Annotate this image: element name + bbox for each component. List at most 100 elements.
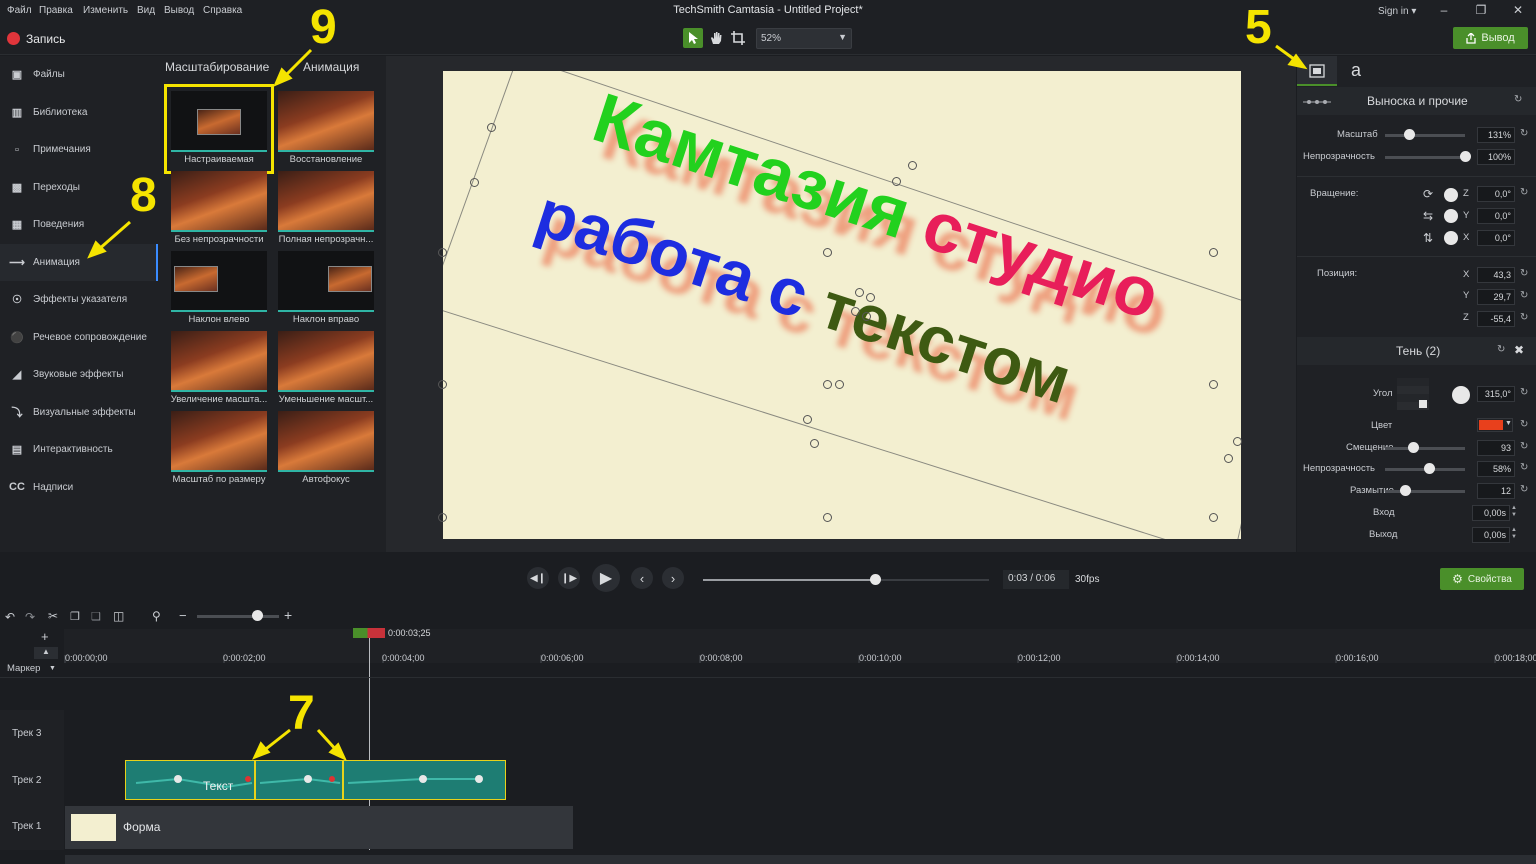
timeline-zoom-knob[interactable] — [252, 610, 263, 621]
tab-zoom[interactable]: Масштабирование — [165, 60, 269, 74]
tab-animation[interactable]: Анимация — [303, 60, 359, 74]
marker-dropdown[interactable]: Маркер — [7, 663, 40, 674]
resize-handle[interactable] — [823, 513, 832, 522]
tab-text-properties[interactable]: a — [1351, 60, 1361, 81]
sidebar-item-film[interactable]: ▣ Файлы — [0, 56, 158, 93]
resize-handle[interactable] — [1209, 380, 1218, 389]
position-y-field[interactable]: 29,7 — [1477, 289, 1515, 305]
sidebar-item-animation[interactable]: ⟶ Анимация — [0, 243, 158, 281]
position-x-field[interactable]: 43,3 — [1477, 267, 1515, 283]
animation-preset-thumb[interactable]: Уменьшение масшт... — [278, 331, 374, 407]
properties-button[interactable]: ⚙ Свойства — [1440, 568, 1524, 590]
reset-icon[interactable]: ↻ — [1520, 312, 1528, 323]
opacity-knob[interactable] — [1460, 151, 1471, 162]
resize-handle[interactable] — [835, 380, 844, 389]
resize-handle[interactable] — [1233, 437, 1242, 446]
sidebar-item-interactive[interactable]: ▤ Интерактивность — [0, 431, 158, 468]
playhead-handle[interactable] — [353, 628, 385, 638]
animation-preset-thumb[interactable]: Наклон влево — [171, 251, 267, 327]
resize-handle[interactable] — [438, 513, 447, 522]
shadow-opacity-knob[interactable] — [1424, 463, 1435, 474]
shadow-color-swatch[interactable]: ▼ — [1477, 418, 1513, 432]
rotation-z-dial[interactable] — [1444, 188, 1458, 202]
resize-handle[interactable] — [823, 248, 832, 257]
timeline-scrollbar[interactable] — [65, 855, 1536, 864]
export-button[interactable]: Вывод — [1453, 27, 1528, 49]
next-icon[interactable]: › — [662, 567, 684, 589]
resize-handle[interactable] — [855, 288, 864, 297]
resize-handle[interactable] — [1224, 454, 1233, 463]
cut-icon[interactable]: ✂ — [48, 609, 58, 623]
scale-knob[interactable] — [1404, 129, 1415, 140]
fade-in-field[interactable]: 0,00s — [1472, 505, 1510, 521]
rotation-x-dial[interactable] — [1444, 231, 1458, 245]
scrub-knob[interactable] — [869, 574, 881, 585]
resize-handle[interactable] — [823, 380, 832, 389]
blur-slider[interactable] — [1385, 490, 1465, 493]
animation-preset-thumb[interactable]: Увеличение масшта... — [171, 331, 267, 407]
step-forward-icon[interactable]: ❙▶ — [558, 567, 580, 589]
reset-icon[interactable]: ↻ — [1520, 268, 1528, 279]
sign-in-button[interactable]: Sign in ▾ — [1378, 6, 1416, 17]
resize-handle[interactable] — [1209, 248, 1218, 257]
rotation-y-field[interactable]: 0,0° — [1477, 208, 1515, 224]
sidebar-item-speaker[interactable]: ◢ Звуковые эффекты — [0, 356, 158, 393]
text-s[interactable]: с — [760, 250, 818, 332]
timeline-zoom-slider[interactable] — [197, 615, 279, 618]
reset-icon[interactable]: ↻ — [1520, 128, 1528, 139]
resize-handle[interactable] — [862, 312, 871, 321]
tab-visual-properties[interactable] — [1297, 56, 1337, 86]
resize-handle[interactable] — [803, 415, 812, 424]
record-button[interactable]: Запись — [26, 32, 65, 46]
scale-field[interactable]: 131% — [1477, 127, 1515, 143]
resize-handle[interactable] — [851, 307, 860, 316]
sidebar-item-microphone[interactable]: ⚫ Речевое сопровождение — [0, 319, 158, 356]
opacity-slider[interactable] — [1385, 156, 1465, 159]
offset-knob[interactable] — [1408, 442, 1419, 453]
restore-icon[interactable]: ❐ — [1471, 3, 1491, 17]
track-2-label[interactable]: Трек 2 — [12, 775, 41, 786]
animation-preset-thumb[interactable]: Масштаб по размеру — [171, 411, 267, 487]
rotation-x-field[interactable]: 0,0° — [1477, 230, 1515, 246]
animation-preset-thumb[interactable]: Автофокус — [278, 411, 374, 487]
resize-handle[interactable] — [892, 177, 901, 186]
resize-handle[interactable] — [438, 380, 447, 389]
zoom-in-icon[interactable]: + — [284, 607, 292, 623]
close-icon[interactable]: ✕ — [1508, 3, 1528, 17]
position-z-field[interactable]: -55,4 — [1477, 311, 1515, 327]
track-1-label[interactable]: Трек 1 — [12, 821, 41, 832]
redo-icon[interactable]: ↷ — [25, 610, 35, 624]
track-3-label[interactable]: Трек 3 — [12, 728, 41, 739]
undo-icon[interactable]: ↶ — [5, 610, 15, 624]
stepper-icon[interactable]: ▲ ▼ — [1511, 505, 1517, 519]
shape-clip[interactable]: Форма — [65, 806, 573, 849]
preview-canvas[interactable]: Камтазия студио работа с текстом — [438, 71, 1242, 539]
rotation-z-field[interactable]: 0,0° — [1477, 186, 1515, 202]
scale-slider[interactable] — [1385, 134, 1465, 137]
resize-handle[interactable] — [866, 293, 875, 302]
copy-icon[interactable]: ❐ — [70, 610, 80, 623]
scrub-bar[interactable] — [703, 579, 989, 581]
shadow-opacity-field[interactable]: 58% — [1477, 461, 1515, 477]
text-clip-1[interactable]: Текст — [125, 760, 255, 800]
reset-icon[interactable]: ↻ — [1520, 484, 1528, 495]
animation-preset-thumb[interactable]: Настраиваемая — [164, 84, 274, 174]
blur-field[interactable]: 12 — [1477, 483, 1515, 499]
rotation-y-dial[interactable] — [1444, 209, 1458, 223]
blur-knob[interactable] — [1400, 485, 1411, 496]
animation-preset-thumb[interactable]: Наклон вправо — [278, 251, 374, 327]
remove-effect-icon[interactable]: ✖ — [1514, 343, 1524, 357]
animation-preset-thumb[interactable]: Восстановление — [278, 91, 374, 167]
angle-dial[interactable] — [1452, 386, 1470, 404]
offset-slider[interactable] — [1385, 447, 1465, 450]
text-clip-2[interactable] — [255, 760, 343, 800]
search-icon[interactable]: ⚲ — [152, 609, 161, 623]
play-icon[interactable]: ▶ — [592, 564, 620, 592]
previous-icon[interactable]: ‹ — [631, 567, 653, 589]
zoom-out-icon[interactable]: − — [179, 608, 187, 623]
collapse-icon[interactable]: ▲ — [34, 647, 58, 659]
reset-icon[interactable]: ↻ — [1514, 94, 1522, 105]
reset-icon[interactable]: ↻ — [1520, 290, 1528, 301]
stepper-icon[interactable]: ▲ ▼ — [1511, 527, 1517, 541]
resize-handle[interactable] — [810, 439, 819, 448]
